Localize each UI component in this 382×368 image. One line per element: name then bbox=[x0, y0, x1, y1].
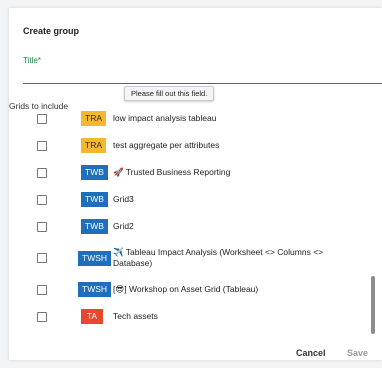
grid-type-badge: TRA bbox=[81, 138, 106, 153]
grid-type-badge: TWSH bbox=[78, 250, 112, 266]
grid-list-item[interactable]: TWSH [😎] Workshop on Asset Grid (Tableau) bbox=[23, 276, 368, 303]
create-group-dialog: Create group Title* Please fill out this… bbox=[9, 8, 382, 360]
grid-label: ✈️ Tableau Impact Analysis (Worksheet <>… bbox=[113, 247, 324, 268]
grids-section-label: Grids to include bbox=[9, 101, 69, 111]
grid-checkbox[interactable] bbox=[37, 253, 47, 263]
grid-label: Tech assets bbox=[113, 311, 158, 321]
grid-label: low impact analysis tableau bbox=[113, 113, 217, 123]
grid-list-item[interactable]: TWB Grid2 bbox=[23, 213, 368, 240]
grid-list-item[interactable]: TWSH ✈️ Tableau Impact Analysis (Workshee… bbox=[23, 240, 368, 276]
grid-type-badge: TA bbox=[81, 309, 103, 324]
grid-list-item[interactable]: TAPrivacy - data subject category by Tec… bbox=[23, 330, 368, 335]
grid-type-badge: TWB bbox=[81, 192, 108, 207]
grid-label: Grid2 bbox=[113, 221, 134, 231]
grid-type-badge: TWB bbox=[81, 219, 108, 234]
grid-list-item[interactable]: TRA low impact analysis tableau bbox=[23, 111, 368, 132]
grid-label: 🚀 Trusted Business Reporting bbox=[113, 167, 231, 177]
title-field-label: Title* bbox=[23, 56, 41, 65]
grid-list-item[interactable]: TA Tech assets bbox=[23, 303, 368, 330]
grid-list-item[interactable]: TWB Grid3 bbox=[23, 186, 368, 213]
grid-checkbox[interactable] bbox=[37, 221, 47, 232]
grid-type-badge: TWSH bbox=[78, 282, 112, 297]
title-input[interactable] bbox=[23, 68, 382, 84]
grid-list[interactable]: TRA low impact analysis tableau TRA test ag… bbox=[23, 111, 382, 335]
grid-label: [😎] Workshop on Asset Grid (Tableau) bbox=[113, 284, 259, 294]
validation-tooltip: Please fill out this field. bbox=[124, 86, 215, 101]
grid-list-item[interactable]: TRA test aggregate per attributes bbox=[23, 132, 368, 159]
grid-type-badge: TRA bbox=[81, 111, 106, 126]
grid-label: Grid3 bbox=[113, 194, 134, 204]
dialog-footer: Cancel Save bbox=[9, 340, 382, 368]
cancel-button[interactable]: Cancel bbox=[296, 344, 326, 362]
grid-checkbox[interactable] bbox=[37, 194, 47, 205]
grid-type-badge: TWB bbox=[81, 165, 108, 180]
grid-checkbox[interactable] bbox=[37, 167, 47, 178]
grid-checkbox[interactable] bbox=[37, 311, 47, 322]
grid-checkbox[interactable] bbox=[37, 113, 47, 124]
save-button[interactable]: Save bbox=[347, 344, 368, 362]
grid-checkbox[interactable] bbox=[37, 284, 47, 295]
dialog-title: Create group bbox=[23, 26, 80, 36]
grid-label: test aggregate per attributes bbox=[113, 140, 220, 150]
grid-checkbox[interactable] bbox=[37, 140, 47, 151]
grid-list-item[interactable]: TWB 🚀 Trusted Business Reporting bbox=[23, 159, 368, 186]
list-scrollbar[interactable] bbox=[371, 276, 375, 334]
